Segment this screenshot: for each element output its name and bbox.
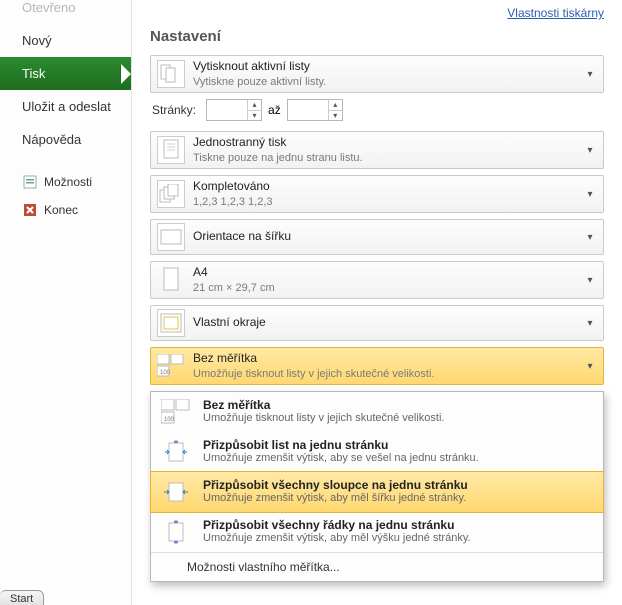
spin-up-icon[interactable]: ▴ — [329, 100, 342, 111]
scaling-option-fit-rows[interactable]: Přizpůsobit všechny řádky na jednu strán… — [151, 512, 603, 552]
sheets-icon — [157, 60, 185, 88]
option-subtitle: Tiskne pouze na jednu stranu listu. — [193, 151, 583, 165]
fit-page-icon — [159, 438, 193, 466]
scaling-selector[interactable]: 100 Bez měřítka Umožňuje tisknout listy … — [150, 347, 604, 385]
spin-down-icon[interactable]: ▾ — [329, 111, 342, 121]
sidebar-item-help[interactable]: Nápověda — [0, 123, 131, 156]
settings-heading: Nastavení — [150, 28, 604, 45]
sidebar-link-label: Možnosti — [44, 175, 92, 189]
paper-size-selector[interactable]: A4 21 cm × 29,7 cm ▾ — [150, 261, 604, 299]
pages-from-input[interactable]: ▴▾ — [206, 99, 262, 121]
dropdown-item-title: Přizpůsobit všechny sloupce na jednu str… — [203, 478, 468, 492]
dropdown-item-sub: Umožňuje zmenšit výtisk, aby měl šířku j… — [203, 492, 468, 504]
pages-label: Stránky: — [152, 103, 196, 117]
dropdown-item-sub: Umožňuje zmenšit výtisk, aby měl výšku j… — [203, 532, 471, 544]
backstage-sidebar: Otevřeno Nový Tisk Uložit a odeslat Nápo… — [0, 0, 132, 605]
spin-up-icon[interactable]: ▴ — [248, 100, 261, 111]
sidebar-item-print[interactable]: Tisk — [0, 57, 131, 90]
option-title: Vlastní okraje — [193, 315, 583, 331]
chevron-down-icon: ▾ — [583, 69, 597, 80]
svg-text:100: 100 — [160, 370, 171, 376]
spin-down-icon[interactable]: ▾ — [248, 111, 261, 121]
sidebar-link-label: Konec — [44, 203, 78, 217]
collation-selector[interactable]: Kompletováno 1,2,3 1,2,3 1,2,3 ▾ — [150, 175, 604, 213]
sidebar-item-save-send[interactable]: Uložit a odeslat — [0, 90, 131, 123]
orientation-selector[interactable]: Orientace na šířku ▾ — [150, 219, 604, 255]
option-subtitle: 1,2,3 1,2,3 1,2,3 — [193, 195, 583, 209]
sidebar-link-options[interactable]: Možnosti — [0, 168, 131, 196]
option-title: Bez měřítka — [193, 351, 583, 367]
exit-icon — [22, 202, 38, 218]
fit-columns-icon — [159, 478, 193, 506]
svg-text:100: 100 — [164, 417, 175, 423]
scaling-custom-options[interactable]: Možnosti vlastního měřítka... — [151, 552, 603, 581]
chevron-down-icon: ▾ — [583, 318, 597, 329]
taskbar-start-button[interactable]: Start — [0, 590, 44, 605]
option-title: Jednostranný tisk — [193, 135, 583, 151]
collate-icon — [157, 180, 185, 208]
chevron-down-icon: ▾ — [583, 361, 597, 372]
option-title: Vytisknout aktivní listy — [193, 59, 583, 75]
scaling-option-fit-sheet[interactable]: Přizpůsobit list na jednu stránku Umožňu… — [151, 432, 603, 472]
sidebar-link-exit[interactable]: Konec — [0, 196, 131, 224]
page-icon — [157, 136, 185, 164]
pages-to-input[interactable]: ▴▾ — [287, 99, 343, 121]
no-scaling-icon: 100 — [157, 352, 185, 380]
option-subtitle: 21 cm × 29,7 cm — [193, 281, 583, 295]
dropdown-item-sub: Umožňuje tisknout listy v jejich skutečn… — [203, 412, 444, 424]
print-what-selector[interactable]: Vytisknout aktivní listy Vytiskne pouze … — [150, 55, 604, 93]
option-subtitle: Vytiskne pouze aktivní listy. — [193, 75, 583, 89]
print-settings-panel: Vlastnosti tiskárny Nastavení Vytisknout… — [132, 0, 622, 605]
chevron-down-icon: ▾ — [583, 232, 597, 243]
chevron-down-icon: ▾ — [583, 275, 597, 286]
scaling-dropdown: 100 Bez měřítka Umožňuje tisknout listy … — [150, 391, 604, 582]
fit-rows-icon — [159, 518, 193, 546]
dropdown-item-title: Bez měřítka — [203, 398, 444, 412]
no-scaling-icon: 100 — [159, 398, 193, 426]
scaling-option-fit-columns[interactable]: Přizpůsobit všechny sloupce na jednu str… — [150, 471, 604, 513]
landscape-icon — [157, 223, 185, 251]
dropdown-item-title: Přizpůsobit všechny řádky na jednu strán… — [203, 518, 471, 532]
option-title: Orientace na šířku — [193, 229, 583, 245]
options-icon — [22, 174, 38, 190]
dropdown-item-title: Přizpůsobit list na jednu stránku — [203, 438, 479, 452]
printer-properties-link[interactable]: Vlastnosti tiskárny — [507, 6, 604, 20]
dropdown-item-sub: Umožňuje zmenšit výtisk, aby se vešel na… — [203, 452, 479, 464]
chevron-down-icon: ▾ — [583, 189, 597, 200]
pages-range-row: Stránky: ▴▾ až ▴▾ — [152, 99, 604, 121]
sides-selector[interactable]: Jednostranný tisk Tiskne pouze na jednu … — [150, 131, 604, 169]
margins-icon — [157, 309, 185, 337]
scaling-option-none[interactable]: 100 Bez měřítka Umožňuje tisknout listy … — [151, 392, 603, 432]
option-title: A4 — [193, 265, 583, 281]
pages-to-label: až — [268, 103, 281, 117]
chevron-down-icon: ▾ — [583, 145, 597, 156]
option-subtitle: Umožňuje tisknout listy v jejich skutečn… — [193, 367, 583, 381]
option-title: Kompletováno — [193, 179, 583, 195]
paper-icon — [157, 266, 185, 294]
sidebar-item-new[interactable]: Nový — [0, 24, 131, 57]
sidebar-item-open[interactable]: Otevřeno — [0, 0, 131, 24]
margins-selector[interactable]: Vlastní okraje ▾ — [150, 305, 604, 341]
